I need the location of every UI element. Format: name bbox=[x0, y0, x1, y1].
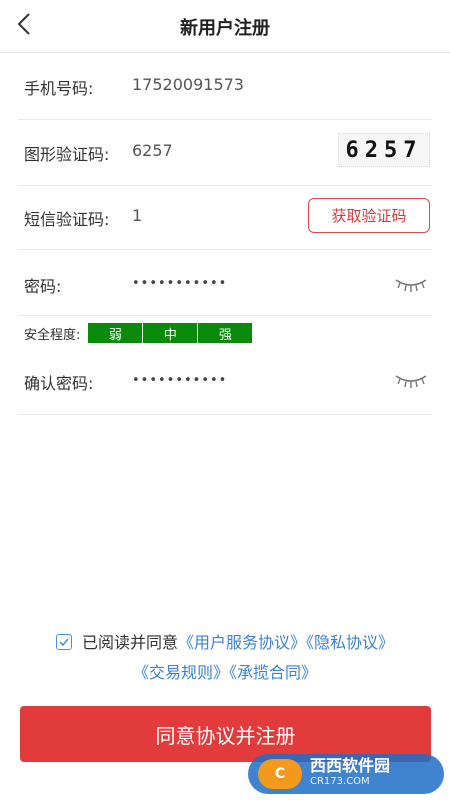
watermark-url: CR173.COM bbox=[310, 776, 370, 787]
image-code-row: 图形验证码: 6257 6257 bbox=[18, 119, 432, 186]
password-strength: 安全程度: 弱 中 强 bbox=[24, 322, 253, 344]
user-service-agreement-link[interactable]: 《用户服务协议》 bbox=[178, 633, 306, 652]
agree-text: 已阅读并同意 bbox=[81, 633, 178, 652]
header: 新用户注册 bbox=[0, 0, 450, 53]
confirm-password-field[interactable]: ••••••••••• bbox=[132, 373, 227, 388]
strength-medium: 中 bbox=[143, 323, 198, 343]
phone-label: 手机号码: bbox=[24, 79, 94, 98]
watermark-logo-icon: C bbox=[258, 759, 302, 789]
agree-checkbox[interactable] bbox=[55, 634, 72, 650]
strength-strong: 强 bbox=[198, 323, 253, 343]
sms-code-field[interactable]: 1 bbox=[132, 206, 142, 225]
password-field[interactable]: ••••••••••• bbox=[132, 276, 227, 291]
password-label: 密码: bbox=[24, 277, 62, 296]
eye-closed-icon[interactable] bbox=[394, 372, 428, 390]
strength-weak: 弱 bbox=[88, 323, 143, 343]
confirm-password-label: 确认密码: bbox=[24, 374, 94, 393]
sms-code-label: 短信验证码: bbox=[24, 210, 110, 229]
watermark-name: 西西软件园 bbox=[310, 756, 391, 775]
password-row: 密码: ••••••••••• bbox=[18, 249, 432, 316]
sms-code-row: 短信验证码: 1 获取验证码 bbox=[18, 185, 432, 250]
strength-bar: 弱 中 强 bbox=[88, 323, 253, 343]
trading-rules-link[interactable]: 《交易规则》 bbox=[133, 663, 229, 682]
check-icon bbox=[59, 638, 69, 647]
get-code-button[interactable]: 获取验证码 bbox=[308, 198, 430, 233]
strength-label: 安全程度: bbox=[24, 327, 81, 343]
eye-closed-icon[interactable] bbox=[394, 276, 428, 294]
page-title: 新用户注册 bbox=[180, 18, 270, 39]
privacy-agreement-link[interactable]: 《隐私协议》 bbox=[306, 633, 394, 652]
phone-row: 手机号码: 17520091573 bbox=[18, 53, 432, 120]
phone-field[interactable]: 17520091573 bbox=[132, 75, 244, 94]
image-code-field[interactable]: 6257 bbox=[132, 141, 173, 160]
watermark-logo: C 西西软件园 CR173.COM bbox=[248, 754, 444, 794]
agreement: 已阅读并同意《用户服务协议》《隐私协议》 《交易规则》《承揽合同》 bbox=[0, 628, 450, 688]
captcha-image[interactable]: 6257 bbox=[338, 133, 430, 167]
image-code-label: 图形验证码: bbox=[24, 145, 110, 164]
confirm-password-row: 确认密码: ••••••••••• bbox=[18, 346, 432, 415]
contract-link[interactable]: 《承揽合同》 bbox=[229, 663, 317, 682]
